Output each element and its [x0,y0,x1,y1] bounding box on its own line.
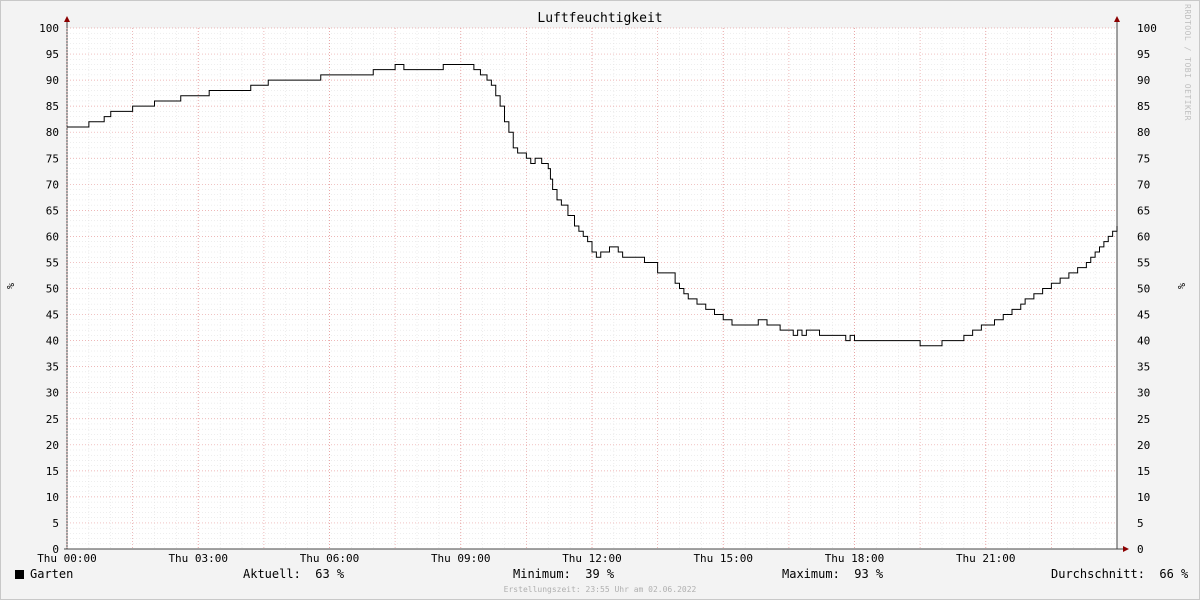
x-tick-label: Thu 12:00 [562,552,622,565]
y-tick-label-left: 35 [46,361,59,374]
y-axis-arrow-right [1114,16,1120,22]
y-tick-label-right: 5 [1137,517,1144,530]
y-tick-label-right: 90 [1137,74,1150,87]
legend-aktuell: Aktuell: 63 % [243,567,345,581]
legend-minimum: Minimum: 39 % [513,567,615,581]
y-axis-arrow-left [64,16,70,22]
y-tick-label-left: 40 [46,335,59,348]
x-tick-label: Thu 15:00 [693,552,753,565]
y-tick-label-right: 35 [1137,361,1150,374]
y-tick-label-right: 45 [1137,309,1150,322]
y-tick-label-right: 85 [1137,100,1150,113]
y-tick-label-left: 45 [46,309,59,322]
y-tick-label-right: 20 [1137,439,1150,452]
x-tick-label: Thu 18:00 [825,552,885,565]
y-tick-label-left: 100 [39,22,59,35]
y-tick-label-right: 70 [1137,178,1150,191]
y-tick-label-left: 70 [46,178,59,191]
x-tick-label: Thu 00:00 [37,552,97,565]
y-tick-label-left: 90 [46,74,59,87]
legend-swatch [15,570,24,579]
y-tick-label-right: 0 [1137,543,1144,556]
y-tick-label-right: 60 [1137,230,1150,243]
chart-plot: 0 05 510 1015 1520 2025 2530 3035 3540 4045 4550 50… [37,16,1157,565]
legend-maximum: Maximum: 93 % [782,567,884,581]
y-tick-label-left: 65 [46,204,59,217]
y-tick-label-right: 65 [1137,204,1150,217]
x-tick-label: Thu 03:00 [168,552,228,565]
y-tick-label-left: 5 [52,517,59,530]
legend-series-name: Garten [30,567,74,581]
y-tick-label-left: 80 [46,126,59,139]
y-tick-label-left: 50 [46,283,59,296]
y-tick-label-right: 30 [1137,387,1150,400]
x-tick-label: Thu 06:00 [300,552,360,565]
y-tick-label-right: 100 [1137,22,1157,35]
y-tick-label-left: 30 [46,387,59,400]
y-tick-label-right: 80 [1137,126,1150,139]
y-tick-label-right: 40 [1137,335,1150,348]
x-tick-label: Thu 09:00 [431,552,491,565]
y-tick-label-right: 55 [1137,256,1150,269]
x-axis-arrow [1123,546,1129,552]
y-tick-label-right: 25 [1137,413,1150,426]
y-tick-label-right: 75 [1137,152,1150,165]
y-tick-label-left: 85 [46,100,59,113]
y-tick-label-left: 10 [46,491,59,504]
footer-timestamp: Erstellungszeit: 23:55 Uhr am 02.06.2022 [503,585,697,594]
y-tick-label-left: 75 [46,152,59,165]
y-tick-label-left: 60 [46,230,59,243]
y-tick-label-right: 95 [1137,48,1150,61]
y-tick-label-left: 20 [46,439,59,452]
y-tick-label-left: 15 [46,465,59,478]
y-tick-label-right: 15 [1137,465,1150,478]
y-tick-label-right: 50 [1137,283,1150,296]
x-tick-label: Thu 21:00 [956,552,1016,565]
legend-durchschnitt: Durchschnitt: 66 % [1051,567,1189,581]
y-tick-label-left: 95 [46,48,59,61]
y-tick-label-left: 25 [46,413,59,426]
y-tick-label-right: 10 [1137,491,1150,504]
y-tick-label-left: 55 [46,256,59,269]
